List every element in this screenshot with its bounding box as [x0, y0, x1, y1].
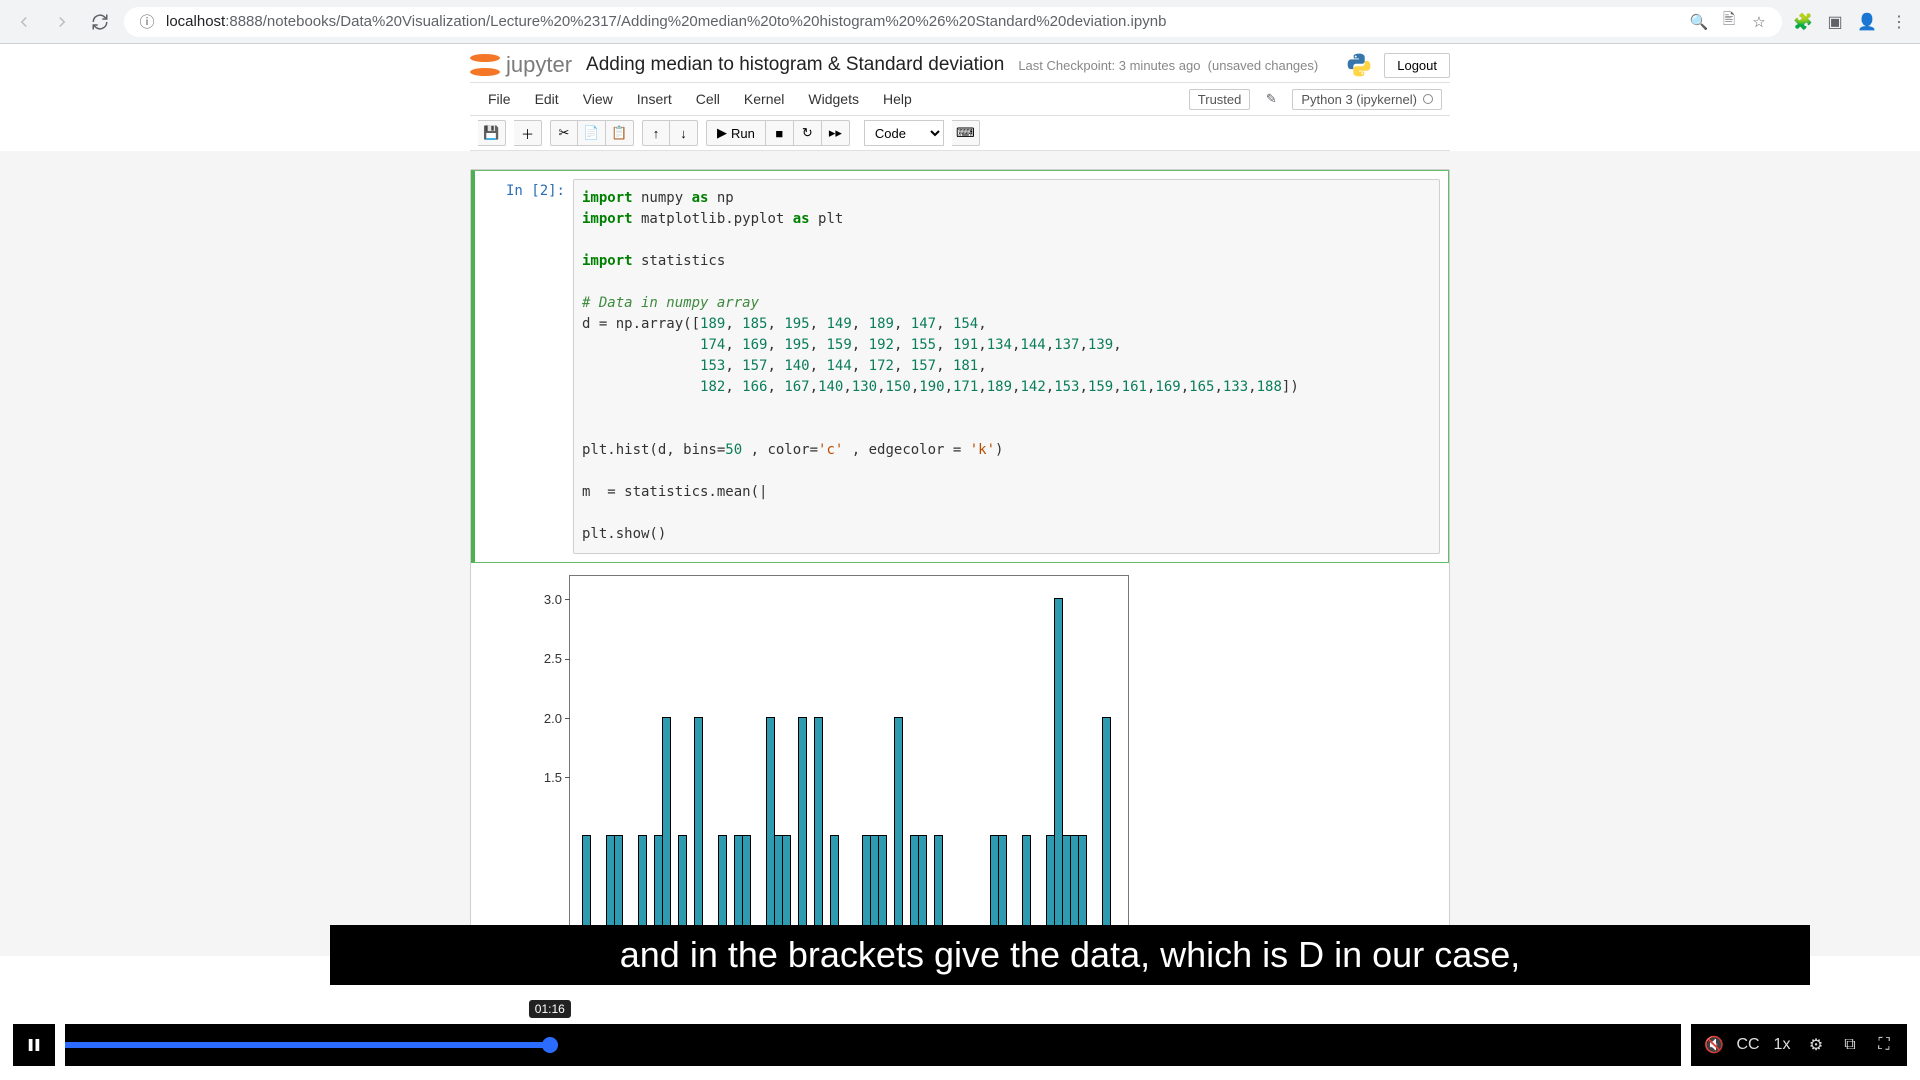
captions-icon[interactable]: CC [1737, 1034, 1759, 1056]
url-text: localhost:8888/notebooks/Data%20Visualiz… [166, 13, 1680, 30]
save-button[interactable]: 💾 [478, 120, 506, 146]
paste-button[interactable]: 📋 [606, 120, 634, 146]
cell-prompt: In [2]: [483, 179, 573, 554]
move-down-button[interactable]: ↓ [670, 120, 698, 146]
bookmark-icon[interactable]: ☆ [1748, 11, 1770, 33]
url-bar[interactable]: ⓘ localhost:8888/notebooks/Data%20Visual… [124, 7, 1782, 37]
reload-button[interactable] [86, 8, 114, 36]
speed-icon[interactable]: 1x [1771, 1034, 1793, 1056]
mute-icon[interactable]: 🔇 [1703, 1034, 1725, 1056]
video-progress-bar[interactable]: 01:16 [65, 1024, 1681, 1066]
menu-cell[interactable]: Cell [686, 87, 730, 111]
menu-help[interactable]: Help [873, 87, 922, 111]
back-button[interactable] [10, 8, 38, 36]
trusted-indicator[interactable]: Trusted [1189, 89, 1251, 110]
python-logo-icon [1346, 52, 1372, 78]
interrupt-button[interactable]: ■ [766, 120, 794, 146]
forward-button[interactable] [48, 8, 76, 36]
translate-icon[interactable]: 🖹 [1718, 11, 1740, 33]
zoom-icon[interactable]: 🔍 [1688, 11, 1710, 33]
command-palette-button[interactable]: ⌨ [952, 120, 980, 146]
menu-file[interactable]: File [478, 87, 521, 111]
move-up-button[interactable]: ↑ [642, 120, 670, 146]
cut-button[interactable]: ✂ [550, 120, 578, 146]
checkpoint-text: Last Checkpoint: 3 minutes ago (unsaved … [1018, 58, 1318, 73]
edit-icon[interactable]: ✎ [1260, 88, 1282, 110]
menubar: File Edit View Insert Cell Kernel Widget… [470, 82, 1450, 116]
jupyter-header: jupyter Adding median to histogram & Sta… [470, 44, 1450, 82]
histogram-bar [694, 717, 703, 955]
cell-type-select[interactable]: Code [864, 120, 944, 146]
histogram-bar [662, 717, 671, 955]
kernel-name-text: Python 3 (ipykernel) [1301, 92, 1417, 107]
browser-toolbar: ⓘ localhost:8888/notebooks/Data%20Visual… [0, 0, 1920, 44]
histogram-chart: 3.02.52.01.5 [569, 575, 1129, 955]
fullscreen-icon[interactable]: ⛶ [1873, 1034, 1895, 1056]
code-cell[interactable]: In [2]: import numpy as np import matplo… [471, 170, 1449, 563]
time-tooltip: 01:16 [529, 1000, 571, 1018]
restart-button[interactable]: ↻ [794, 120, 822, 146]
notebook-title[interactable]: Adding median to histogram & Standard de… [586, 54, 1004, 76]
histogram-bar [894, 717, 903, 955]
site-info-icon[interactable]: ⓘ [136, 11, 158, 33]
histogram-bar [1102, 717, 1111, 955]
menu-kernel[interactable]: Kernel [734, 87, 794, 111]
chrome-menu-icon[interactable]: ⋮ [1888, 11, 1910, 33]
jupyter-logo[interactable]: jupyter [470, 50, 572, 80]
kernel-status-icon [1423, 94, 1433, 104]
video-controls: 01:16 🔇 CC 1x ⚙ ⧉ ⛶ [13, 1024, 1907, 1066]
toolbar: 💾 ＋ ✂ 📄 📋 ↑ ↓ ▶ Run ■ ↻ ▸▸ Code ⌨ [470, 116, 1450, 151]
profile-icon[interactable]: 👤 [1856, 11, 1878, 33]
notebook: In [2]: import numpy as np import matplo… [470, 169, 1450, 956]
code-editor[interactable]: import numpy as np import matplotlib.pyp… [573, 179, 1440, 554]
histogram-bar [798, 717, 807, 955]
menu-insert[interactable]: Insert [627, 87, 682, 111]
copy-button[interactable]: 📄 [578, 120, 606, 146]
menu-view[interactable]: View [573, 87, 623, 111]
kernel-indicator[interactable]: Python 3 (ipykernel) [1292, 89, 1442, 110]
cell-output: 3.02.52.01.5 [471, 563, 1449, 955]
restart-run-all-button[interactable]: ▸▸ [822, 120, 850, 146]
histogram-bar [814, 717, 823, 955]
menu-edit[interactable]: Edit [525, 87, 569, 111]
pip-icon[interactable]: ⧉ [1839, 1034, 1861, 1056]
menu-widgets[interactable]: Widgets [798, 87, 869, 111]
extensions-icon[interactable]: 🧩 [1792, 11, 1814, 33]
settings-icon[interactable]: ⚙ [1805, 1034, 1827, 1056]
run-button[interactable]: ▶ Run [706, 120, 766, 146]
logout-button[interactable]: Logout [1384, 53, 1450, 78]
play-pause-button[interactable] [13, 1024, 55, 1066]
jupyter-logo-text: jupyter [506, 52, 572, 78]
jupyter-logo-icon [470, 50, 500, 80]
sidepanel-icon[interactable]: ▣ [1824, 11, 1846, 33]
insert-cell-button[interactable]: ＋ [514, 120, 542, 146]
video-subtitle: and in the brackets give the data, which… [330, 925, 1810, 985]
